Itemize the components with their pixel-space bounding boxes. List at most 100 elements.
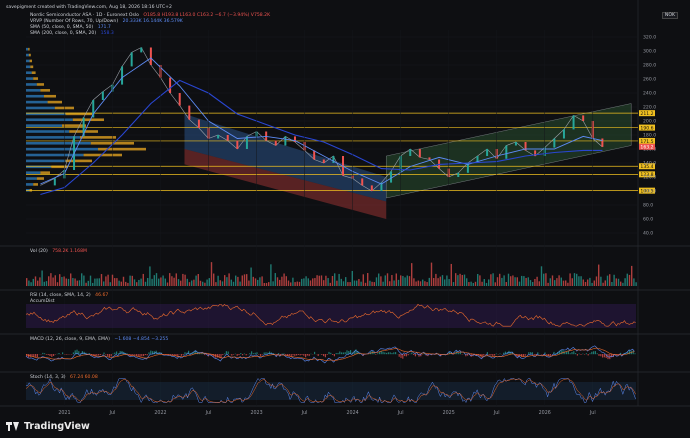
volume-bar <box>70 273 72 286</box>
volume-bar <box>501 277 503 286</box>
price-tick-label: 200.0 <box>643 119 656 125</box>
vrvp-bar-down <box>44 94 56 98</box>
volume-bar <box>78 280 81 286</box>
macd-histogram-bar <box>249 353 251 355</box>
macd-histogram-bar <box>499 353 501 355</box>
volume-bar <box>582 279 584 286</box>
volume-bar <box>584 281 587 286</box>
macd-histogram-bar <box>393 352 395 355</box>
macd-histogram-bar <box>112 353 114 355</box>
volume-bar <box>525 277 527 286</box>
volume-bar <box>591 282 593 286</box>
volume-bar <box>615 278 617 286</box>
macd-histogram-bar <box>384 352 386 355</box>
volume-bar <box>246 274 248 286</box>
rsi-legend[interactable]: RSI (14, close, SMA, 14, 2) 46.67 <box>30 293 108 298</box>
macd-histogram-bar <box>569 353 571 355</box>
volume-bar <box>30 282 32 286</box>
macd-histogram-bar <box>288 354 290 356</box>
vrvp-bar-up <box>26 147 98 151</box>
symbol-name: Nordic Semiconductor ASA · 1D · Euronext… <box>30 13 139 18</box>
macd-legend[interactable]: MACD (12, 26, close, 9, EMA, EMA) −1.608… <box>30 337 168 342</box>
time-tick-label: 2023 <box>250 410 262 416</box>
vrvp-legend[interactable]: VRVP (Number Of Rows, 70, Up/Down) 20.33… <box>30 19 183 24</box>
volume-bar <box>96 278 98 286</box>
macd-histogram-bar <box>524 354 526 356</box>
macd-histogram-bar <box>144 354 146 356</box>
vrvp-bar-up <box>26 53 29 57</box>
macd-histogram-bar <box>405 354 407 357</box>
vrvp-bar-down <box>72 118 104 122</box>
volume-bar <box>285 276 287 286</box>
volume-bar <box>173 277 175 286</box>
sma200-legend[interactable]: SMA (200, close, 0, SMA, 20) 158.3 <box>30 31 114 36</box>
accum-label: AccumDist <box>30 299 55 304</box>
macd-histogram-bar <box>269 351 271 355</box>
volume-bar <box>378 273 380 286</box>
volume-bar <box>419 281 422 286</box>
volume-bar <box>144 281 147 286</box>
macd-histogram-bar <box>297 354 299 355</box>
vrvp-bar-up <box>26 130 70 133</box>
volume-bar <box>184 274 186 286</box>
macd-histogram-bar <box>116 351 118 355</box>
price-candle <box>572 115 575 130</box>
macd-histogram-bar <box>148 352 150 355</box>
volume-bar <box>452 282 455 286</box>
macd-histogram-bar <box>490 354 492 356</box>
volume-bar <box>466 278 468 286</box>
sma200-value: 158.3 <box>100 31 114 36</box>
volume-legend[interactable]: Vol (20) 758.2K 1.168M <box>30 249 87 254</box>
tradingview-brand[interactable]: TradingView <box>6 421 90 432</box>
stoch-legend[interactable]: Stoch (14, 3, 3) 67.24 60.08 <box>30 375 98 380</box>
macd-histogram-bar <box>414 354 416 357</box>
sma50-legend[interactable]: SMA (50, close, 0, SMA, 50) 171.7 <box>30 25 111 30</box>
volume-bar <box>290 282 292 286</box>
vrvp-bar-down <box>40 171 50 174</box>
volume-bar <box>206 279 208 286</box>
macd-histogram-bar <box>105 354 107 355</box>
volume-bar <box>50 273 52 286</box>
volume-bar <box>391 275 393 286</box>
volume-bar <box>261 276 263 286</box>
volume-bar <box>235 275 237 286</box>
volume-bar <box>380 276 382 286</box>
accum-legend[interactable]: AccumDist <box>30 299 55 304</box>
volume-bar <box>272 281 274 286</box>
price-tick-label: 280.0 <box>643 63 656 69</box>
volume-bar <box>435 273 437 286</box>
macd-histogram-bar <box>632 350 634 355</box>
macd-histogram-bar <box>36 354 38 358</box>
rsi-band <box>26 304 636 328</box>
currency-badge[interactable]: NOK <box>661 12 678 19</box>
price-candle <box>169 77 172 93</box>
volume-bar <box>140 278 142 286</box>
volume-bar <box>81 273 83 286</box>
volume-bar <box>551 275 554 286</box>
macd-histogram-bar <box>575 353 577 355</box>
volume-bar <box>362 274 364 286</box>
volume-bar <box>92 282 94 286</box>
volume-bar <box>105 276 107 286</box>
volume-bar <box>430 262 433 286</box>
volume-bar <box>463 274 466 286</box>
vrvp-bar-up <box>26 141 91 145</box>
volume-bar <box>100 274 103 286</box>
volume-bar <box>448 279 450 286</box>
last-price-label: 163.2 <box>640 145 653 151</box>
chart-svg[interactable]: 211.2190.6171.5135.4123.8100.5320.0300.0… <box>0 0 690 438</box>
volume-bar <box>604 280 606 286</box>
price-candle <box>409 149 412 156</box>
macd-histogram-bar <box>146 354 148 356</box>
volume-bar <box>208 278 210 286</box>
volume-bar <box>215 282 217 286</box>
volume-bar <box>470 281 472 286</box>
volume-bar <box>455 273 457 286</box>
volume-bar <box>545 273 547 286</box>
volume-bar <box>188 282 191 286</box>
volume-bar <box>248 280 250 286</box>
time-tick-label: Jul <box>109 410 116 416</box>
macd-histogram-bar <box>263 352 265 355</box>
symbol-legend[interactable]: Nordic Semiconductor ASA · 1D · Euronext… <box>30 13 270 18</box>
volume-bar <box>239 281 241 286</box>
